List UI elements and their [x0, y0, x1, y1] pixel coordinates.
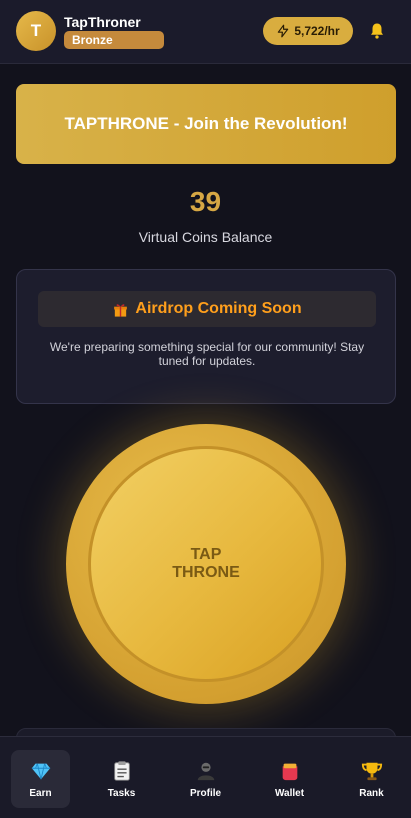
diamond-icon	[31, 763, 50, 780]
nav-item-rank[interactable]: Rank	[342, 750, 401, 808]
nav-item-profile[interactable]: Profile	[176, 750, 235, 808]
coin-balance-value: 39	[189, 186, 222, 217]
top-header: T TapThroner Bronze 5,722/hr	[0, 0, 411, 64]
trophy-icon	[361, 762, 382, 781]
nav-label-tasks: Tasks	[107, 788, 136, 799]
nav-item-tasks[interactable]: Tasks	[92, 750, 151, 808]
nav-item-wallet[interactable]: Wallet	[260, 750, 319, 808]
airdrop-title: Airdrop Coming Soon	[135, 300, 302, 317]
app-root: T TapThroner Bronze 5,722/hr TAPTHRONE -…	[0, 0, 411, 818]
avatar[interactable]: T	[16, 11, 56, 51]
person-icon	[197, 762, 214, 781]
gift-icon	[114, 303, 128, 317]
coin-balance-label: Virtual Coins Balance	[138, 229, 273, 245]
earn-rate-value: 5,722/hr	[294, 24, 340, 38]
airdrop-description: We're preparing something special for ou…	[49, 340, 365, 368]
promo-banner: TAPTHRONE - Join the Revolution!	[16, 84, 396, 164]
bottom-nav: Earn Tasks Profile Wallet Rank	[0, 736, 411, 818]
banner-text: TAPTHRONE - Join the Revolution!	[64, 114, 348, 133]
username: TapThroner	[64, 14, 141, 30]
bell-icon[interactable]	[368, 22, 386, 40]
nav-label-rank: Rank	[359, 788, 384, 799]
airdrop-title-bar: Airdrop Coming Soon	[38, 291, 376, 327]
nav-label-earn: Earn	[29, 788, 52, 799]
nav-label-profile: Profile	[189, 788, 222, 799]
clipboard-icon	[113, 761, 130, 781]
airdrop-card: Airdrop Coming Soon We're preparing some…	[16, 269, 396, 404]
wallet-icon	[282, 763, 297, 781]
tap-coin-label-line1: TAP	[190, 546, 222, 563]
tap-coin-label-line2: THRONE	[172, 564, 240, 581]
tap-coin-button[interactable]: TAP THRONE	[88, 446, 324, 682]
rank-badge: Bronze	[64, 31, 164, 49]
nav-item-earn[interactable]: Earn	[11, 750, 70, 808]
lightning-icon	[278, 24, 289, 38]
earn-rate-pill[interactable]: 5,722/hr	[263, 17, 353, 45]
nav-label-wallet: Wallet	[274, 788, 305, 799]
